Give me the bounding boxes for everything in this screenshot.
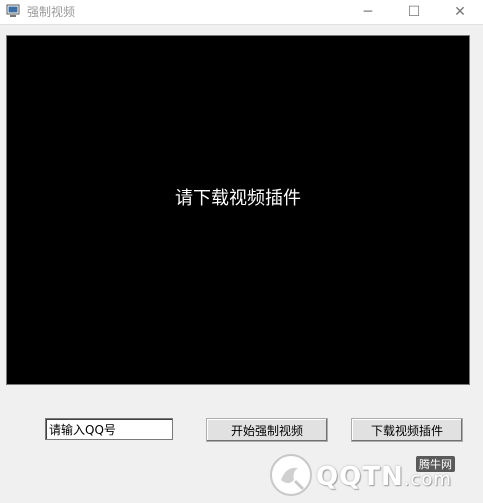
maximize-button[interactable]: ☐ bbox=[394, 0, 434, 24]
download-plugin-button[interactable]: 下载视频插件 bbox=[351, 418, 463, 442]
watermark: QQTN.com 腾牛网 bbox=[268, 448, 478, 500]
qqtn-logo-icon bbox=[270, 454, 312, 496]
video-message: 请下载视频插件 bbox=[175, 188, 301, 209]
video-panel: 请下载视频插件 bbox=[6, 35, 470, 385]
minimize-button[interactable]: ─ bbox=[348, 0, 388, 24]
watermark-brand: QQTN bbox=[316, 462, 404, 492]
app-icon bbox=[6, 4, 20, 17]
qq-number-input[interactable] bbox=[45, 418, 173, 440]
close-button[interactable]: ✕ bbox=[440, 0, 480, 24]
watermark-tld: .com bbox=[403, 469, 452, 490]
window-title: 强制视频 bbox=[27, 5, 76, 19]
watermark-badge: 腾牛网 bbox=[416, 456, 455, 472]
start-video-button[interactable]: 开始强制视频 bbox=[206, 418, 328, 442]
title-bar: 强制视频 ─ ☐ ✕ bbox=[0, 0, 483, 25]
